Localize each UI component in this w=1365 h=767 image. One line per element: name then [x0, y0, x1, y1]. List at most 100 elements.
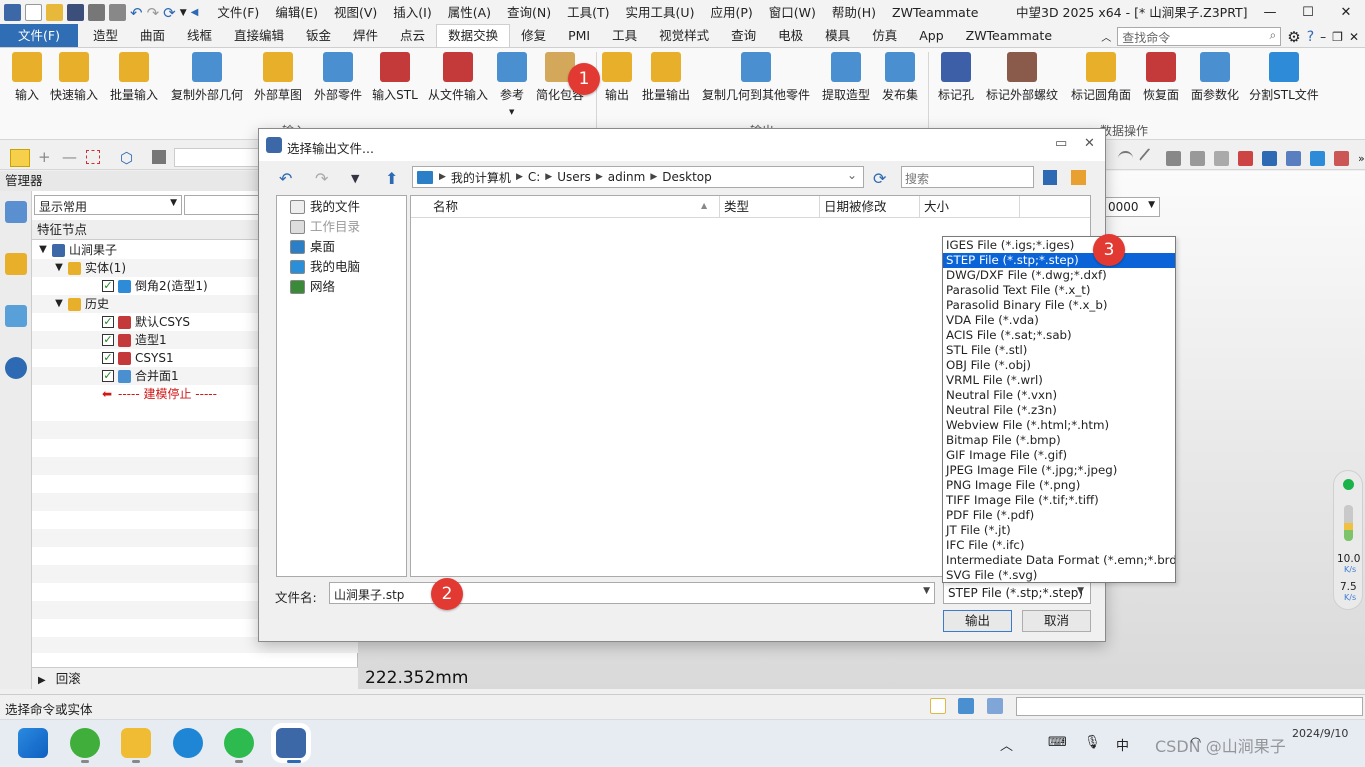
breadcrumb[interactable]: 我的计算机	[451, 169, 511, 186]
snap-icon[interactable]: ⬡	[120, 149, 133, 167]
select-filter-icon[interactable]	[10, 149, 30, 167]
file-type-option[interactable]: Parasolid Text File (*.x_t)	[943, 283, 1175, 298]
menu-item[interactable]: 编辑(E)	[268, 0, 325, 25]
file-type-option[interactable]: Neutral File (*.z3n)	[943, 403, 1175, 418]
regen-icon[interactable]: ⟳	[163, 4, 176, 22]
ribbon-tab[interactable]: 工具	[601, 25, 648, 47]
file-type-option[interactable]: IGES File (*.igs;*.iges)	[943, 238, 1175, 253]
filter-input[interactable]	[174, 148, 264, 167]
ribbon-button[interactable]: 复制几何到其他零件	[702, 52, 810, 103]
arc-icon[interactable]	[1118, 150, 1133, 166]
wechat-icon[interactable]	[224, 728, 254, 758]
ribbon-tab[interactable]: 模具	[814, 25, 861, 47]
breadcrumb[interactable]: adinm	[608, 170, 646, 184]
edge-legacy-icon[interactable]	[70, 728, 100, 758]
tree-checkbox[interactable]: ✓	[102, 370, 114, 382]
filename-input[interactable]: 山涧果子.stp ▼	[329, 582, 935, 604]
column-header[interactable]: 日期被修改	[820, 196, 920, 217]
history-tab-icon[interactable]	[5, 201, 27, 223]
ribbon-tab[interactable]: 仿真	[861, 25, 908, 47]
add-icon[interactable]: +	[38, 148, 51, 166]
display-icon[interactable]	[958, 698, 974, 714]
column-header[interactable]: 大小	[920, 196, 1020, 217]
menu-item[interactable]: 应用(P)	[703, 0, 759, 25]
menu-item[interactable]: 帮助(H)	[825, 0, 883, 25]
place-item[interactable]: 我的电脑	[277, 257, 406, 277]
tree-expand-icon[interactable]: ▼	[54, 259, 64, 277]
place-item[interactable]: 网络	[277, 277, 406, 297]
ribbon-button[interactable]: 复制外部几何	[167, 52, 247, 103]
view-mode-icon[interactable]	[1043, 170, 1057, 185]
ribbon-tab[interactable]: 曲面	[129, 25, 176, 47]
ribbon-tab[interactable]: 直接编辑	[223, 25, 295, 47]
ime-indicator[interactable]: 中	[1116, 735, 1129, 754]
file-type-option[interactable]: JPEG Image File (*.jpg;*.jpeg)	[943, 463, 1175, 478]
file-type-option[interactable]: VDA File (*.vda)	[943, 313, 1175, 328]
save-icon[interactable]	[67, 4, 84, 21]
ribbon-minimize-icon[interactable]: –	[1320, 30, 1326, 44]
part-tab-icon[interactable]	[5, 253, 27, 275]
ribbon-tab[interactable]: 电极	[767, 25, 814, 47]
place-item[interactable]: 我的文件	[277, 197, 406, 217]
file-type-option[interactable]: OBJ File (*.obj)	[943, 358, 1175, 373]
ribbon-tab[interactable]: 修复	[510, 25, 557, 47]
output-button[interactable]: 输出	[943, 610, 1012, 632]
file-type-option[interactable]: SVG File (*.svg)	[943, 568, 1175, 583]
history-dropdown-icon[interactable]: ▼	[351, 172, 359, 185]
print-preview-icon[interactable]	[109, 4, 126, 21]
tree-expand-icon[interactable]: ▼	[38, 241, 48, 259]
breadcrumb[interactable]: Users	[557, 170, 591, 184]
dialog-close-icon[interactable]: ✕	[1084, 136, 1095, 151]
reference-dropdown-icon[interactable]: ▼	[509, 108, 514, 116]
refresh-icon[interactable]: ⟳	[873, 169, 886, 188]
input-mode-icon[interactable]	[930, 698, 946, 714]
ribbon-restore-icon[interactable]: ❐	[1332, 30, 1343, 44]
zw3d-taskbar-icon[interactable]	[276, 728, 306, 758]
tree-expand-icon[interactable]: ▼	[54, 295, 64, 313]
ribbon-tab[interactable]: ZWTeammate	[955, 25, 1063, 47]
breadcrumb[interactable]: Desktop	[662, 170, 712, 184]
axis-icon[interactable]	[1334, 150, 1349, 166]
ribbon-tab[interactable]: 焊件	[342, 25, 389, 47]
measure-icon[interactable]	[1238, 150, 1253, 166]
menu-item[interactable]: 属性(A)	[441, 0, 498, 25]
menu-item[interactable]: ZWTeammate	[885, 0, 985, 25]
ribbon-tab[interactable]: App	[908, 25, 954, 47]
chevron-down-icon[interactable]: ▼	[923, 586, 930, 596]
ribbon-tab[interactable]: 视觉样式	[648, 25, 720, 47]
file-type-option[interactable]: GIF Image File (*.gif)	[943, 448, 1175, 463]
minus-icon[interactable]: —	[62, 148, 77, 166]
menu-item[interactable]: 视图(V)	[327, 0, 384, 25]
tree-checkbox[interactable]: ✓	[102, 316, 114, 328]
undo-icon[interactable]: ↶	[130, 4, 143, 22]
viewport-scale-select[interactable]: 0000 ▼	[1104, 197, 1160, 217]
minimize-icon[interactable]: —	[1251, 0, 1289, 25]
file-type-option[interactable]: PDF File (*.pdf)	[943, 508, 1175, 523]
line-icon[interactable]	[1138, 147, 1161, 169]
file-type-option[interactable]: PNG Image File (*.png)	[943, 478, 1175, 493]
point-filter-icon[interactable]	[86, 150, 100, 164]
path-bar[interactable]: ▶ 我的计算机 ▶ C: ▶ Users ▶ adinm ▶ Desktop ⌄	[412, 166, 864, 188]
file-explorer-icon[interactable]	[121, 728, 151, 758]
box-icon[interactable]	[1310, 150, 1325, 166]
ribbon-button[interactable]: 批量输出	[626, 52, 706, 103]
ribbon-tab[interactable]: 线框	[176, 25, 223, 47]
tree-checkbox[interactable]: ✓	[102, 334, 114, 346]
chevron-down-icon[interactable]: ⌄	[847, 168, 857, 182]
ribbon-tab[interactable]: 点云	[389, 25, 436, 47]
menu-item[interactable]: 窗口(W)	[762, 0, 823, 25]
file-type-option[interactable]: ACIS File (*.sat;*.sab)	[943, 328, 1175, 343]
ribbon-tab[interactable]: 文件(F)	[0, 24, 78, 47]
menu-item[interactable]: 文件(F)	[210, 0, 266, 25]
file-type-option[interactable]: Webview File (*.html;*.htm)	[943, 418, 1175, 433]
grid-icon[interactable]	[1262, 150, 1277, 166]
column-header[interactable]: 类型	[720, 196, 820, 217]
forward-icon[interactable]: ↷	[315, 169, 328, 188]
file-type-option[interactable]: Parasolid Binary File (*.x_b)	[943, 298, 1175, 313]
start-icon[interactable]	[18, 728, 48, 758]
list-icon[interactable]	[987, 698, 1003, 714]
collapse-ribbon-icon[interactable]: ︿	[1101, 29, 1111, 44]
menu-item[interactable]: 查询(N)	[500, 0, 558, 25]
place-item[interactable]: 工作目录	[277, 217, 406, 237]
tree-checkbox[interactable]: ✓	[102, 280, 114, 292]
